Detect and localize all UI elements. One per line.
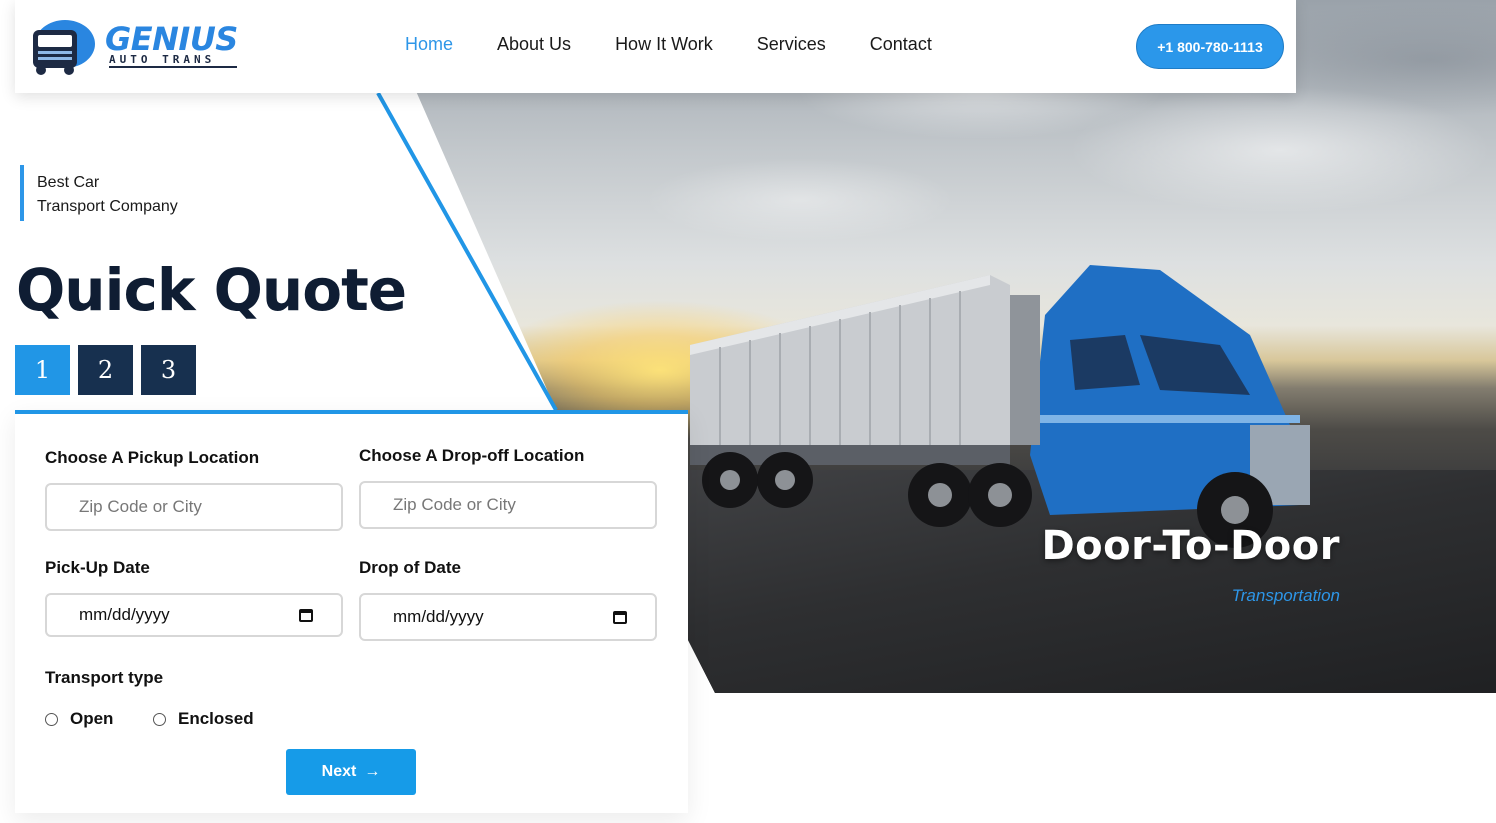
quote-form: Choose A Pickup Location Zip Code or Cit… — [15, 410, 688, 813]
transport-option-enclosed[interactable]: Enclosed — [153, 709, 254, 729]
slide-title: Door-To-Door — [1041, 523, 1340, 569]
site-header: GENIUS AUTO TRANS Home About Us How It W… — [15, 0, 1296, 93]
logo-underline — [109, 66, 237, 68]
dropoff-location-input[interactable]: Zip Code or City — [359, 481, 657, 529]
transport-type-label: Transport type — [45, 668, 164, 687]
step-indicator: 1 2 3 — [15, 345, 196, 395]
truck-illustration — [690, 265, 1310, 548]
radio-enclosed[interactable] — [153, 712, 166, 726]
step-1-button[interactable]: 1 — [15, 345, 70, 395]
nav-home[interactable]: Home — [405, 34, 453, 55]
drop-date-value: mm/dd/yyyy — [393, 607, 484, 626]
arrow-right-icon: → — [364, 763, 381, 780]
pickup-location-input[interactable]: Zip Code or City — [45, 483, 343, 531]
phone-button[interactable]: +1 800-780-1113 — [1136, 24, 1284, 69]
calendar-icon[interactable] — [299, 608, 313, 622]
nav-how-it-work[interactable]: How It Work — [615, 34, 713, 55]
drop-date-label: Drop of Date — [359, 558, 461, 577]
logo-subtitle: AUTO TRANS — [109, 53, 216, 66]
brand-logo[interactable]: GENIUS AUTO TRANS — [27, 16, 242, 76]
pickup-date-input[interactable]: mm/dd/yyyy — [45, 593, 343, 637]
tagline-line-1: Best Car — [37, 174, 100, 191]
step-3-button[interactable]: 3 — [141, 345, 196, 395]
radio-enclosed-label: Enclosed — [178, 709, 254, 728]
calendar-icon[interactable] — [613, 610, 627, 624]
dropoff-location-label: Choose A Drop-off Location — [359, 446, 585, 465]
page-title: Quick Quote — [16, 256, 407, 324]
pickup-date-value: mm/dd/yyyy — [79, 605, 170, 624]
truck-logo-icon — [33, 20, 95, 75]
slide-subtitle: Transportation — [1231, 586, 1340, 605]
tagline: Best Car Transport Company — [20, 165, 178, 221]
transport-option-open[interactable]: Open — [45, 709, 113, 729]
nav-services[interactable]: Services — [757, 34, 826, 55]
main-nav: Home About Us How It Work Services Conta… — [405, 34, 932, 55]
step-2-button[interactable]: 2 — [78, 345, 133, 395]
drop-date-input[interactable]: mm/dd/yyyy — [359, 593, 657, 641]
nav-about-us[interactable]: About Us — [497, 34, 571, 55]
radio-open-label: Open — [70, 709, 114, 728]
next-button-label: Next — [321, 763, 357, 780]
pickup-location-label: Choose A Pickup Location — [45, 448, 260, 467]
nav-contact[interactable]: Contact — [870, 34, 932, 55]
next-button[interactable]: Next → — [286, 749, 416, 795]
tagline-line-2: Transport Company — [37, 198, 178, 215]
pickup-date-label: Pick-Up Date — [45, 558, 150, 577]
radio-open[interactable] — [45, 712, 58, 726]
